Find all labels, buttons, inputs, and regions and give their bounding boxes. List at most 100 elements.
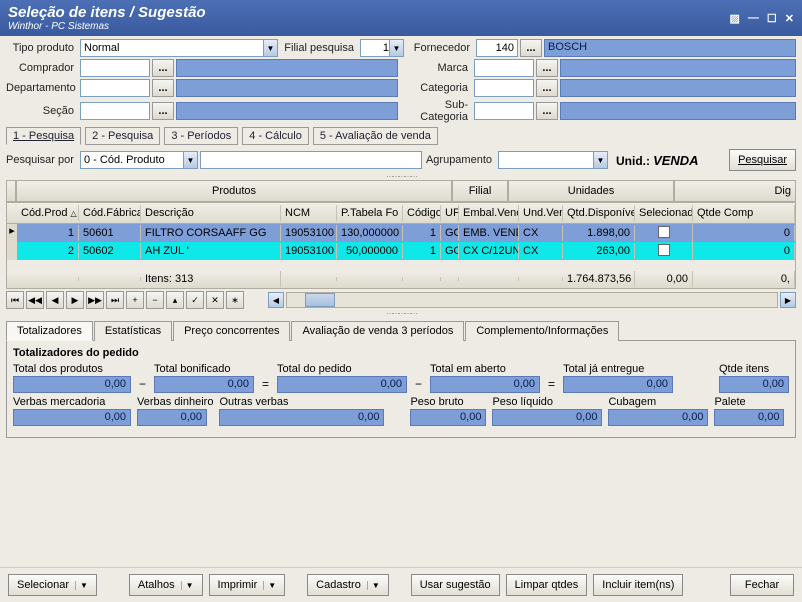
splitter[interactable] — [6, 309, 796, 317]
nav-add-button[interactable]: + — [126, 291, 144, 309]
pesquisar-input[interactable] — [200, 151, 422, 169]
selecionar-button[interactable]: Selecionar▼ — [8, 574, 97, 596]
col-ncm[interactable]: NCM — [281, 205, 337, 221]
secao-lookup-button[interactable]: ... — [152, 102, 174, 120]
window-title: Seleção de itens / Sugestão — [8, 4, 206, 21]
subcategoria-input[interactable] — [474, 102, 534, 120]
tab-complemento[interactable]: Complemento/Informações — [465, 321, 619, 341]
row-checkbox[interactable] — [658, 226, 670, 238]
fornecedor-name-field: BOSCH — [544, 39, 796, 57]
qtde-itens-value: 0,00 — [719, 376, 789, 393]
tab-avaliacao-3-periodos[interactable]: Avaliação de venda 3 períodos — [291, 321, 464, 341]
col-descricao[interactable]: Descrição — [141, 205, 281, 221]
horizontal-scrollbar[interactable] — [286, 292, 778, 308]
departamento-lookup-button[interactable]: ... — [152, 79, 174, 97]
col-qtd-disp[interactable]: Qtd.Disponível — [563, 205, 635, 221]
nav-prev-page-button[interactable]: ◀◀ — [26, 291, 44, 309]
grid-navigator: ⏮ ◀◀ ◀ ▶ ▶▶ ⏭ + − ▴ ✓ ✕ ∗ ◀ ▶ — [6, 291, 796, 309]
tipo-produto-select[interactable]: Normal▼ — [80, 39, 278, 57]
col-uf[interactable]: UF — [441, 205, 459, 221]
tab-pesquisa-1[interactable]: 1 - Pesquisa — [6, 127, 81, 145]
tab-avaliacao-venda[interactable]: 5 - Avaliação de venda — [313, 127, 438, 145]
imprimir-button[interactable]: Imprimir▼ — [209, 574, 286, 596]
row-checkbox[interactable] — [658, 244, 670, 256]
nav-post-button[interactable]: ✓ — [186, 291, 204, 309]
tab-periodos[interactable]: 3 - Períodos — [164, 127, 238, 145]
filial-select[interactable]: 1▼ — [360, 39, 404, 57]
fechar-button[interactable]: Fechar — [730, 574, 794, 596]
col-embal[interactable]: Embal.Venc — [459, 205, 519, 221]
tab-estatisticas[interactable]: Estatísticas — [94, 321, 172, 341]
col-cod-fabrica[interactable]: Cód.Fábrica — [79, 205, 141, 221]
categoria-name-field — [560, 79, 796, 97]
nav-refresh-button[interactable]: ∗ — [226, 291, 244, 309]
nav-last-button[interactable]: ⏭ — [106, 291, 124, 309]
group-header-filial[interactable]: Filial — [452, 180, 508, 202]
nav-next-page-button[interactable]: ▶▶ — [86, 291, 104, 309]
fornecedor-lookup-button[interactable]: ... — [520, 39, 542, 57]
chevron-down-icon[interactable]: ▼ — [263, 40, 277, 56]
chevron-down-icon[interactable]: ▼ — [389, 40, 403, 56]
fornecedor-input[interactable] — [476, 39, 518, 57]
subcategoria-lookup-button[interactable]: ... — [536, 102, 558, 120]
maximize-icon[interactable]: ☐ — [767, 12, 777, 25]
atalhos-button[interactable]: Atalhos▼ — [129, 574, 203, 596]
comprador-lookup-button[interactable]: ... — [152, 59, 174, 77]
minimize-icon[interactable]: — — [748, 12, 759, 25]
tab-pesquisa-2[interactable]: 2 - Pesquisa — [85, 127, 160, 145]
chevron-down-icon[interactable]: ▼ — [593, 152, 607, 168]
nav-first-button[interactable]: ⏮ — [6, 291, 24, 309]
nav-cancel-button[interactable]: ✕ — [206, 291, 224, 309]
usar-sugestao-button[interactable]: Usar sugestão — [411, 574, 500, 596]
nav-delete-button[interactable]: − — [146, 291, 164, 309]
cadastro-button[interactable]: Cadastro▼ — [307, 574, 389, 596]
tab-calculo[interactable]: 4 - Cálculo — [242, 127, 309, 145]
nav-prev-button[interactable]: ◀ — [46, 291, 64, 309]
edit-icon[interactable]: ▨ — [730, 12, 740, 25]
group-header-produtos[interactable]: Produtos — [16, 180, 452, 202]
tab-preco-concorrentes[interactable]: Preço concorrentes — [173, 321, 290, 341]
total-produtos-value: 0,00 — [13, 376, 131, 393]
close-icon[interactable]: ✕ — [785, 12, 794, 25]
categoria-lookup-button[interactable]: ... — [536, 79, 558, 97]
splitter[interactable] — [6, 172, 796, 180]
chevron-down-icon[interactable]: ▼ — [183, 152, 197, 168]
col-codigo[interactable]: Código — [403, 205, 441, 221]
peso-liquido-value: 0,00 — [492, 409, 602, 426]
scroll-thumb[interactable] — [305, 293, 335, 307]
marca-lookup-button[interactable]: ... — [536, 59, 558, 77]
comprador-input[interactable] — [80, 59, 150, 77]
total-aberto-value: 0,00 — [430, 376, 540, 393]
col-ptabela[interactable]: P.Tabela Fo — [337, 205, 403, 221]
nav-edit-button[interactable]: ▴ — [166, 291, 184, 309]
scroll-left-button[interactable]: ◀ — [268, 292, 284, 308]
tab-totalizadores[interactable]: Totalizadores — [6, 321, 93, 341]
marca-name-field — [560, 59, 796, 77]
incluir-item-button[interactable]: Incluir item(ns) — [593, 574, 683, 596]
categoria-input[interactable] — [474, 79, 534, 97]
departamento-input[interactable] — [80, 79, 150, 97]
pesquisar-por-label: Pesquisar por — [6, 154, 78, 166]
group-header-unidades[interactable]: Unidades — [508, 180, 674, 202]
col-selecionado[interactable]: Selecionado — [635, 205, 693, 221]
agrupamento-select[interactable]: ▼ — [498, 151, 608, 169]
marca-input[interactable] — [474, 59, 534, 77]
table-row[interactable]: ▸ 1 50601 FILTRO CORSAAFF GG 19053100 13… — [7, 224, 795, 242]
detail-tabs: Totalizadores Estatísticas Preço concorr… — [6, 321, 796, 341]
col-und[interactable]: Und.Ver — [519, 205, 563, 221]
col-qtde-comp[interactable]: Qtde Comp — [693, 205, 795, 221]
totals-title: Totalizadores do pedido — [13, 347, 789, 359]
scroll-right-button[interactable]: ▶ — [780, 292, 796, 308]
pesquisar-por-select[interactable]: 0 - Cód. Produto▼ — [80, 151, 198, 169]
totals-panel: Totalizadores do pedido Total dos produt… — [6, 340, 796, 438]
table-row[interactable]: 2 50602 AH ZUL ' 19053100 50,000000 1 GO… — [7, 242, 795, 260]
pesquisar-button[interactable]: Pesquisar — [729, 149, 796, 171]
chevron-down-icon: ▼ — [263, 581, 276, 590]
nav-next-button[interactable]: ▶ — [66, 291, 84, 309]
group-header-dig[interactable]: Dig — [674, 180, 796, 202]
limpar-qtdes-button[interactable]: Limpar qtdes — [506, 574, 588, 596]
secao-input[interactable] — [80, 102, 150, 120]
col-cod-prod[interactable]: Cód.Prod △ — [17, 205, 79, 221]
subcategoria-name-field — [560, 102, 796, 120]
filial-label: Filial pesquisa — [280, 42, 358, 54]
